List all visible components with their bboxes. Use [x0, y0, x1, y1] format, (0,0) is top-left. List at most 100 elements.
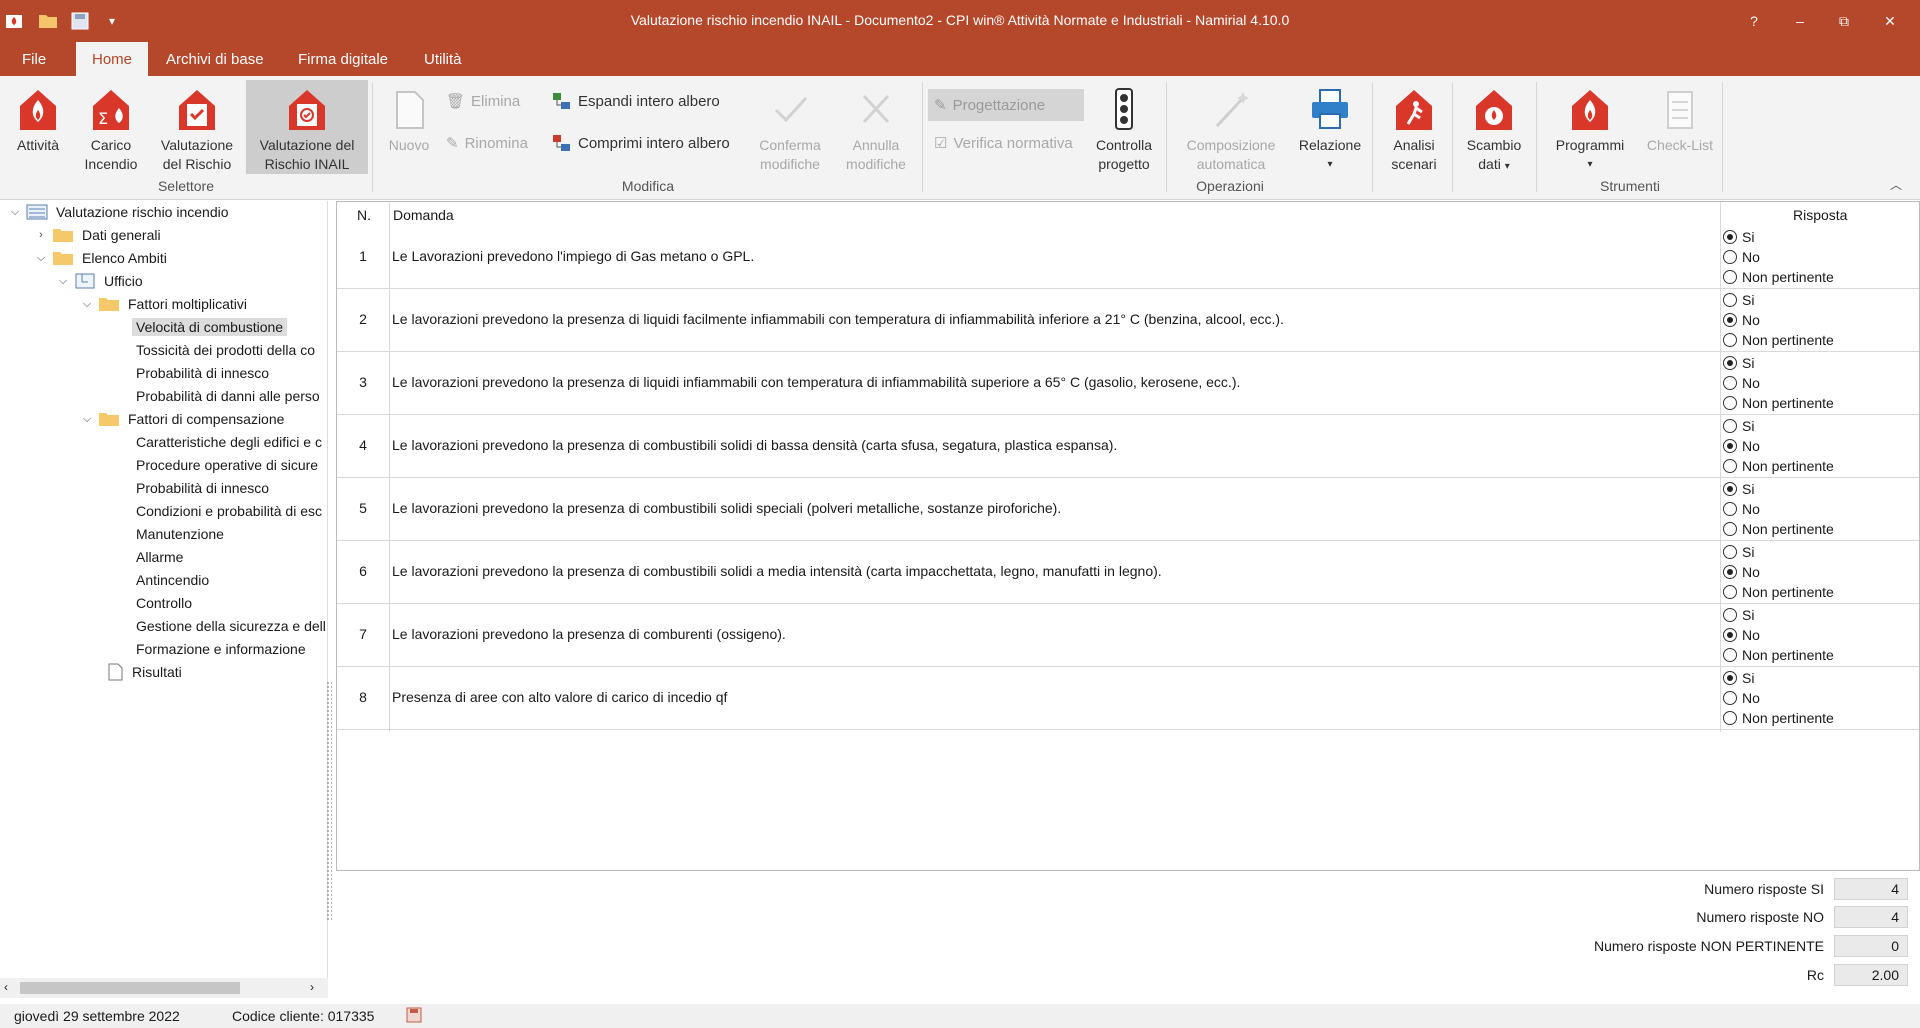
radio-button[interactable] [1723, 333, 1737, 347]
rinomina-button[interactable]: ✎ Rinomina [446, 129, 528, 157]
answer-option[interactable]: No [1723, 247, 1834, 267]
chevron-down-icon[interactable]: ⌵ [80, 297, 94, 311]
answer-option[interactable]: Non pertinente [1723, 708, 1834, 728]
chevron-down-icon[interactable]: ⌵ [8, 205, 22, 219]
radio-button[interactable] [1723, 502, 1737, 516]
radio-button[interactable] [1723, 376, 1737, 390]
restore-button[interactable]: ⧉ [1822, 0, 1866, 42]
tree-leaf-item[interactable]: Probabilità di danni alle perso [124, 385, 324, 407]
answer-option[interactable]: Si [1723, 479, 1834, 499]
tree-node-dati-generali[interactable]: › Dati generali [34, 224, 165, 246]
chevron-down-icon[interactable]: ⌵ [34, 251, 48, 265]
tree-leaf-item[interactable]: Controllo [124, 592, 196, 614]
radio-button[interactable] [1723, 608, 1737, 622]
radio-button[interactable] [1723, 522, 1737, 536]
nuovo-button[interactable]: Nuovo [378, 80, 440, 174]
answer-option[interactable]: No [1723, 562, 1834, 582]
tab-archivi-di-base[interactable]: Archivi di base [150, 42, 280, 76]
radio-button[interactable] [1723, 628, 1737, 642]
tab-utilita[interactable]: Utilità [408, 42, 478, 76]
tree-leaf-item[interactable]: Formazione e informazione [124, 638, 310, 660]
relazione-button[interactable]: Relazione ▾ [1292, 80, 1368, 174]
scroll-right-icon[interactable]: › [310, 980, 314, 994]
tree-leaf-item[interactable]: Allarme [124, 546, 187, 568]
chevron-right-icon[interactable]: › [34, 228, 48, 242]
answer-option[interactable]: Non pertinente [1723, 456, 1834, 476]
radio-button[interactable] [1723, 482, 1737, 496]
radio-button[interactable] [1723, 565, 1737, 579]
radio-button[interactable] [1723, 313, 1737, 327]
attivita-button[interactable]: Attività [6, 80, 70, 174]
radio-button[interactable] [1723, 270, 1737, 284]
tree-leaf-item[interactable]: Probabilità di innesco [124, 477, 273, 499]
radio-button[interactable] [1723, 293, 1737, 307]
annulla-modifiche-button[interactable]: Annulla modifiche [836, 80, 916, 174]
tree-leaf-item[interactable]: Probabilità di innesco [124, 362, 273, 384]
scrollbar-thumb[interactable] [20, 982, 240, 994]
espandi-albero-button[interactable]: Espandi intero albero [552, 87, 720, 115]
chevron-down-icon[interactable]: ⌵ [56, 274, 70, 288]
tree-leaf-item[interactable]: Condizioni e probabilità di esc [124, 500, 326, 522]
composizione-automatica-button[interactable]: Composizione automatica [1172, 80, 1290, 174]
answer-option[interactable]: Si [1723, 542, 1834, 562]
answer-option[interactable]: No [1723, 688, 1834, 708]
tree-node-risultati[interactable]: Risultati [102, 661, 186, 683]
progettazione-button[interactable]: ✎ Progettazione [928, 89, 1084, 121]
tree-horizontal-scrollbar[interactable]: ‹ › [0, 978, 328, 998]
collapse-ribbon-icon[interactable]: ︿ [1890, 176, 1902, 193]
tab-firma-digitale[interactable]: Firma digitale [282, 42, 404, 76]
tree-node-elenco-ambiti[interactable]: ⌵ Elenco Ambiti [34, 247, 171, 269]
tree-leaf-item[interactable]: Tossicità dei prodotti della co [124, 339, 319, 361]
answer-option[interactable]: Non pertinente [1723, 267, 1834, 287]
close-button[interactable]: ✕ [1868, 0, 1912, 42]
answer-option[interactable]: No [1723, 310, 1834, 330]
tree-leaf-item[interactable]: Manutenzione [124, 523, 228, 545]
tree-leaf-item[interactable]: Antincendio [124, 569, 213, 591]
radio-button[interactable] [1723, 419, 1737, 433]
scambio-dati-button[interactable]: Scambio dati ▾ [1456, 80, 1532, 174]
radio-button[interactable] [1723, 439, 1737, 453]
tree-leaf-item[interactable]: Procedure operative di sicure [124, 454, 322, 476]
answer-option[interactable]: Non pertinente [1723, 393, 1834, 413]
tree-leaf-item[interactable]: Velocità di combustione [124, 316, 288, 338]
answer-option[interactable]: Si [1723, 290, 1834, 310]
tree-leaf-item[interactable]: Caratteristiche degli edifici e c [124, 431, 326, 453]
radio-button[interactable] [1723, 711, 1737, 725]
help-button[interactable]: ? [1732, 0, 1776, 42]
check-list-button[interactable]: Check-List [1640, 80, 1720, 174]
answer-option[interactable]: Si [1723, 416, 1834, 436]
tree-node-ufficio[interactable]: ⌵ Ufficio [56, 270, 147, 292]
answer-option[interactable]: Non pertinente [1723, 519, 1834, 539]
conferma-modifiche-button[interactable]: Conferma modifiche [748, 80, 832, 174]
answer-option[interactable]: Si [1723, 605, 1834, 625]
carico-incendio-button[interactable]: Σ Carico Incendio [76, 80, 146, 174]
radio-button[interactable] [1723, 691, 1737, 705]
tree-leaf-item[interactable]: Gestione della sicurezza e dell [124, 615, 326, 637]
radio-button[interactable] [1723, 648, 1737, 662]
minimize-button[interactable]: – [1778, 0, 1822, 42]
answer-option[interactable]: No [1723, 499, 1834, 519]
tab-home[interactable]: Home [76, 42, 149, 76]
verifica-normativa-button[interactable]: ☑ Verifica normativa [934, 129, 1073, 157]
tree-node-fattori-moltiplicativi[interactable]: ⌵ Fattori moltiplicativi [80, 293, 251, 315]
comprimi-albero-button[interactable]: Comprimi intero albero [552, 129, 730, 157]
answer-option[interactable]: Si [1723, 668, 1834, 688]
answer-option[interactable]: Si [1723, 353, 1834, 373]
answer-option[interactable]: Non pertinente [1723, 645, 1834, 665]
tab-file[interactable]: File [6, 42, 62, 76]
tree-node-root[interactable]: ⌵ Valutazione rischio incendio [8, 201, 233, 223]
radio-button[interactable] [1723, 396, 1737, 410]
chevron-down-icon[interactable]: ⌵ [80, 412, 94, 426]
analisi-scenari-button[interactable]: Analisi scenari [1378, 80, 1450, 174]
answer-option[interactable]: Non pertinente [1723, 582, 1834, 602]
answer-option[interactable]: No [1723, 373, 1834, 393]
controlla-progetto-button[interactable]: Controlla progetto [1088, 80, 1160, 174]
radio-button[interactable] [1723, 585, 1737, 599]
radio-button[interactable] [1723, 250, 1737, 264]
scroll-left-icon[interactable]: ‹ [4, 980, 8, 994]
answer-option[interactable]: Si [1723, 227, 1834, 247]
radio-button[interactable] [1723, 459, 1737, 473]
splitter-handle[interactable] [326, 681, 332, 921]
answer-option[interactable]: No [1723, 436, 1834, 456]
valutazione-rischio-button[interactable]: Valutazione del Rischio [152, 80, 242, 174]
